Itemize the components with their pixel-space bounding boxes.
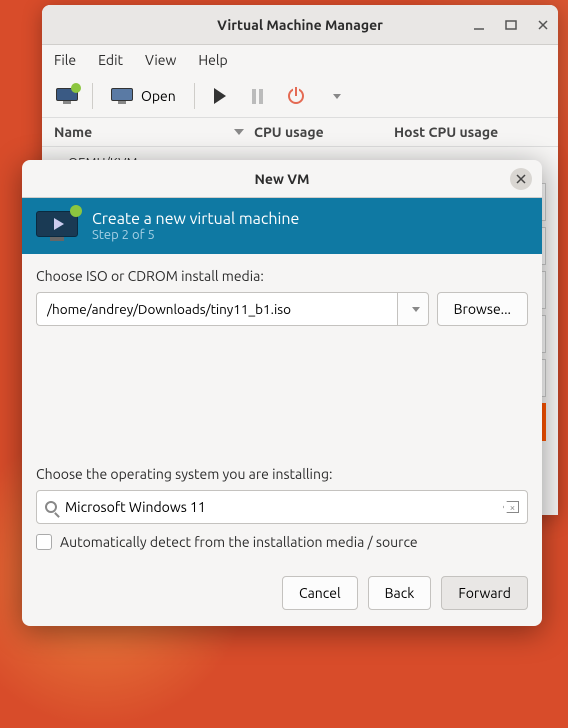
power-icon bbox=[288, 88, 304, 104]
cancel-button[interactable]: Cancel bbox=[282, 576, 358, 610]
clear-input-icon[interactable] bbox=[503, 501, 519, 513]
column-cpu[interactable]: CPU usage bbox=[254, 124, 394, 140]
toolbar: Open bbox=[42, 75, 558, 117]
iso-combo bbox=[36, 292, 429, 326]
chevron-down-icon bbox=[412, 307, 420, 312]
run-button[interactable] bbox=[203, 79, 237, 113]
banner-text: Create a new virtual machine Step 2 of 5 bbox=[92, 210, 299, 242]
iso-path-input[interactable] bbox=[36, 292, 397, 326]
open-button[interactable]: Open bbox=[101, 79, 186, 113]
banner-step: Step 2 of 5 bbox=[92, 228, 299, 242]
new-vm-dialog: New VM Create a new virtual machine Step… bbox=[22, 160, 542, 626]
menu-help[interactable]: Help bbox=[198, 52, 227, 68]
back-button[interactable]: Back bbox=[368, 576, 432, 610]
sort-indicator-icon bbox=[234, 129, 244, 135]
dialog-body: Choose ISO or CDROM install media: Brows… bbox=[22, 254, 542, 564]
menu-view[interactable]: View bbox=[145, 52, 176, 68]
shutdown-menu-button[interactable] bbox=[317, 79, 351, 113]
chevron-down-icon bbox=[333, 94, 341, 99]
os-label: Choose the operating system you are inst… bbox=[36, 466, 528, 482]
dialog-titlebar: New VM bbox=[22, 160, 542, 198]
minimize-button[interactable] bbox=[472, 18, 486, 32]
autodetect-label: Automatically detect from the installati… bbox=[60, 534, 418, 550]
new-vm-button[interactable] bbox=[50, 79, 84, 113]
column-host-cpu[interactable]: Host CPU usage bbox=[394, 124, 546, 140]
menu-file[interactable]: File bbox=[54, 52, 76, 68]
autodetect-checkbox[interactable] bbox=[36, 534, 52, 550]
autodetect-row: Automatically detect from the installati… bbox=[36, 534, 528, 550]
dialog-banner: Create a new virtual machine Step 2 of 5 bbox=[22, 198, 542, 254]
menubar: File Edit View Help bbox=[42, 45, 558, 75]
close-button[interactable] bbox=[536, 18, 550, 32]
iso-label: Choose ISO or CDROM install media: bbox=[36, 268, 528, 284]
iso-row: Browse... bbox=[36, 292, 528, 326]
os-search-field bbox=[36, 490, 528, 524]
shutdown-button[interactable] bbox=[279, 79, 313, 113]
os-row bbox=[36, 490, 528, 524]
window-title: Virtual Machine Manager bbox=[217, 17, 383, 33]
iso-dropdown-button[interactable] bbox=[397, 292, 429, 326]
dialog-close-button[interactable] bbox=[510, 168, 532, 190]
columns-header: Name CPU usage Host CPU usage bbox=[42, 117, 558, 147]
monitor-icon bbox=[111, 88, 133, 104]
pause-icon bbox=[252, 89, 263, 104]
new-vm-icon bbox=[56, 88, 78, 104]
open-label: Open bbox=[141, 88, 176, 104]
dialog-footer: Cancel Back Forward bbox=[22, 564, 542, 626]
dialog-title: New VM bbox=[254, 171, 309, 187]
titlebar: Virtual Machine Manager bbox=[42, 5, 558, 45]
separator bbox=[194, 83, 195, 109]
menu-edit[interactable]: Edit bbox=[98, 52, 123, 68]
play-icon bbox=[214, 88, 226, 104]
os-input[interactable] bbox=[65, 499, 495, 515]
column-name[interactable]: Name bbox=[54, 124, 254, 140]
close-icon bbox=[516, 174, 526, 184]
forward-button[interactable]: Forward bbox=[441, 576, 528, 610]
separator bbox=[92, 83, 93, 109]
banner-title: Create a new virtual machine bbox=[92, 210, 299, 228]
maximize-button[interactable] bbox=[504, 18, 518, 32]
new-vm-banner-icon bbox=[36, 211, 78, 241]
pause-button[interactable] bbox=[241, 79, 275, 113]
search-icon bbox=[45, 501, 57, 513]
browse-button[interactable]: Browse... bbox=[437, 292, 528, 326]
window-controls bbox=[472, 18, 550, 32]
